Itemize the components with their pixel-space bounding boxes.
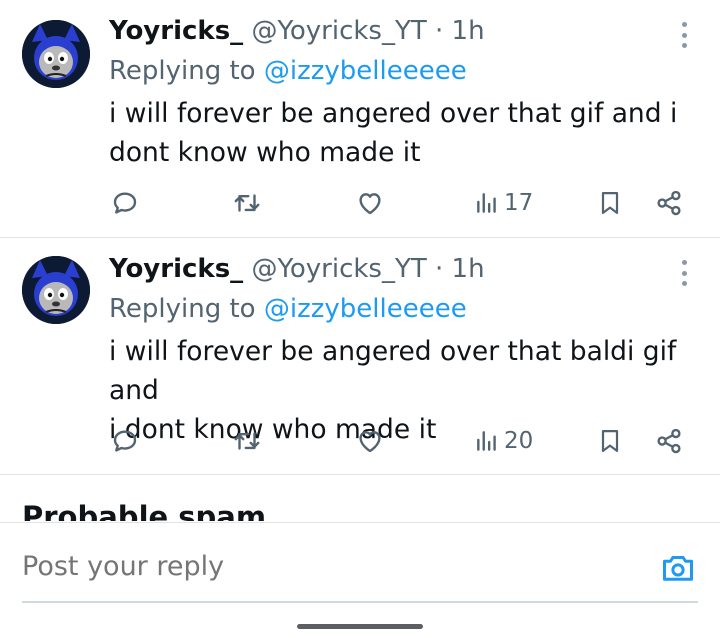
views-count: 20: [504, 428, 534, 454]
action-bar: 17: [0, 186, 720, 220]
probable-spam-heading[interactable]: Probable spam: [22, 497, 266, 521]
heart-icon: [359, 431, 381, 453]
more-options-icon[interactable]: [674, 22, 694, 48]
tweet[interactable]: Yoyricks_ @Yoyricks_YT · 1h Replying to …: [0, 0, 720, 238]
tweet-text: i will forever be angered over that gif …: [109, 94, 709, 172]
action-bar: 20: [0, 424, 720, 458]
mention-link[interactable]: @izzybelleeeee: [264, 294, 467, 324]
replying-to: Replying to @izzybelleeeee: [109, 54, 467, 88]
bookmark-button[interactable]: [596, 186, 624, 220]
replying-prefix: Replying to: [109, 294, 264, 324]
tweet-text-line: i will forever be angered over that gif …: [109, 98, 678, 129]
tweet[interactable]: Yoyricks_ @Yoyricks_YT · 1h Replying to …: [0, 238, 720, 475]
timestamp[interactable]: 1h: [452, 16, 485, 46]
reply-icon: [113, 192, 137, 214]
user-handle[interactable]: @Yoyricks_YT: [251, 254, 426, 284]
share-icon: [657, 190, 681, 216]
bookmark-button[interactable]: [596, 424, 624, 458]
share-button[interactable]: [654, 424, 684, 458]
views-button[interactable]: 20: [474, 424, 533, 458]
camera-icon: [663, 556, 693, 581]
reply-button[interactable]: [110, 186, 140, 220]
retweet-icon: [234, 432, 260, 450]
composer-underline: [22, 601, 698, 603]
views-chart-icon: [477, 431, 496, 451]
heart-icon: [359, 193, 381, 215]
user-handle[interactable]: @Yoyricks_YT: [251, 16, 426, 46]
tweet-text-line: dont know who made it: [109, 137, 421, 168]
retweet-button[interactable]: [230, 186, 264, 220]
avatar-image: [22, 20, 90, 88]
camera-button[interactable]: [660, 551, 696, 589]
replying-to: Replying to @izzybelleeeee: [109, 292, 467, 326]
share-button[interactable]: [654, 186, 684, 220]
retweet-icon: [234, 194, 260, 212]
views-chart-icon: [477, 193, 496, 213]
avatar[interactable]: [22, 256, 90, 324]
more-options-icon[interactable]: [674, 260, 694, 286]
share-icon: [657, 428, 681, 454]
separator-dot: ·: [435, 16, 444, 46]
timestamp[interactable]: 1h: [452, 254, 485, 284]
bookmark-icon: [601, 429, 619, 453]
separator-dot: ·: [435, 254, 444, 284]
tweet-header: Yoyricks_ @Yoyricks_YT · 1h: [109, 252, 485, 286]
retweet-button[interactable]: [230, 424, 264, 458]
like-button[interactable]: [355, 424, 385, 458]
avatar[interactable]: [22, 20, 90, 88]
home-indicator[interactable]: [297, 624, 423, 629]
display-name[interactable]: Yoyricks_: [109, 254, 243, 284]
reply-composer: [0, 522, 720, 638]
bookmark-icon: [601, 191, 619, 215]
like-button[interactable]: [355, 186, 385, 220]
avatar-image: [22, 256, 90, 324]
reply-input[interactable]: [22, 547, 622, 587]
views-button[interactable]: 17: [474, 186, 533, 220]
views-count: 17: [504, 190, 534, 216]
mention-link[interactable]: @izzybelleeeee: [264, 56, 467, 86]
reply-icon: [113, 430, 137, 452]
tweet-header: Yoyricks_ @Yoyricks_YT · 1h: [109, 14, 485, 48]
display-name[interactable]: Yoyricks_: [109, 16, 243, 46]
reply-button[interactable]: [110, 424, 140, 458]
replying-prefix: Replying to: [109, 56, 264, 86]
tweet-text-line: i will forever be angered over that bald…: [109, 336, 677, 406]
